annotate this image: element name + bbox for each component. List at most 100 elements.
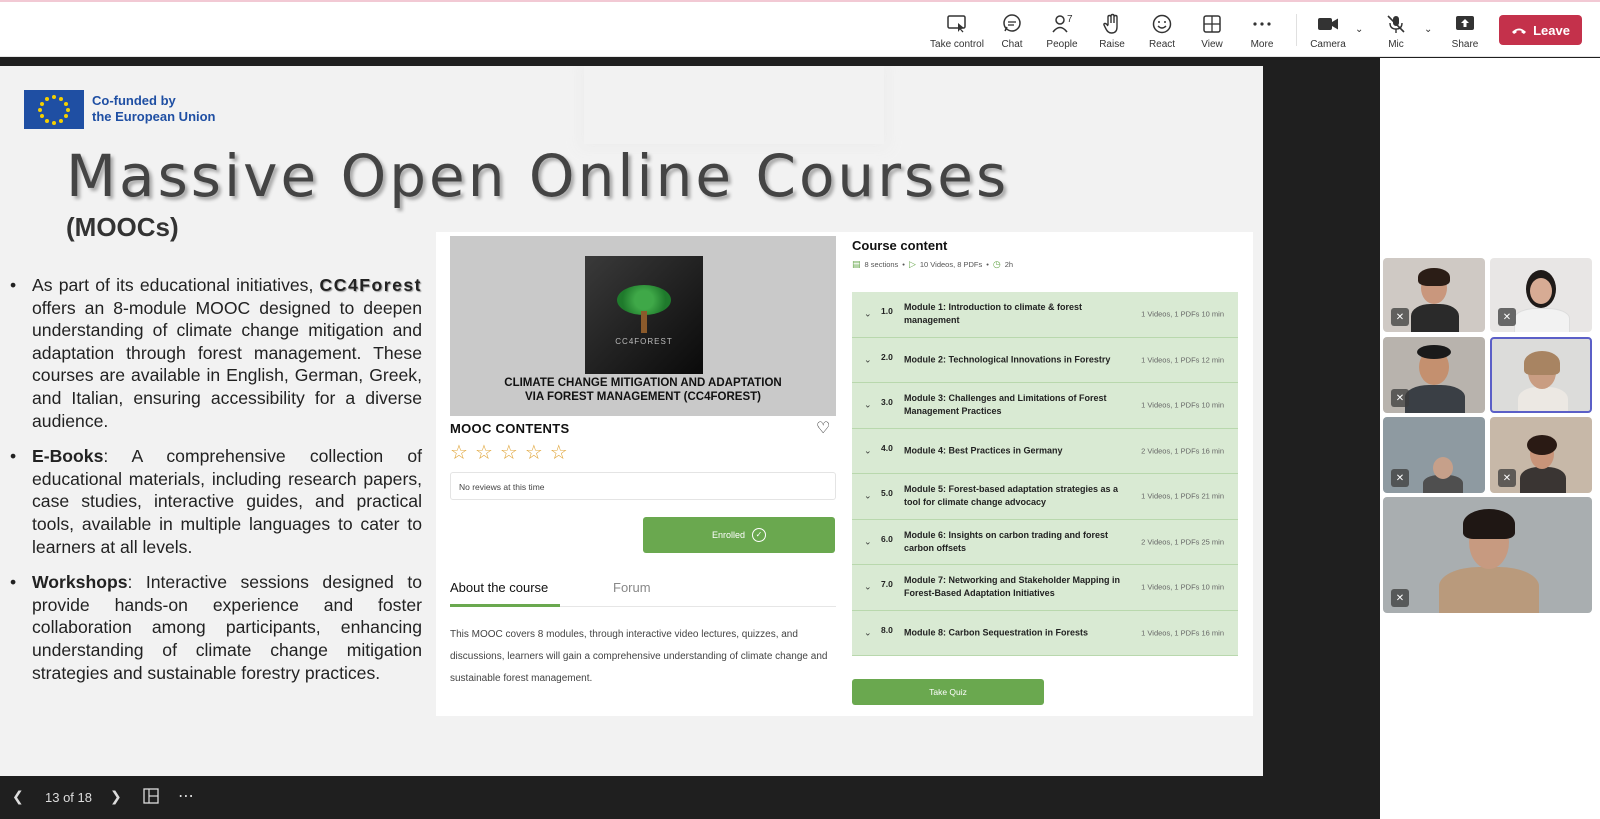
chevron-down-icon: ⌄ [864,354,872,365]
slide-grid-icon[interactable] [143,788,159,807]
meeting-window: Take control Chat 7 People Raise React V… [0,0,1600,819]
camera-options-chevron-icon[interactable]: ⌄ [1355,24,1363,35]
course-hero: CC4FOREST CLIMATE CHANGE MITIGATION AND … [450,236,836,416]
star-icon[interactable]: ☆ [450,440,468,465]
screen-glare [584,66,884,144]
people-button[interactable]: 7 People [1034,12,1090,50]
cover-brand: CC4FOREST [615,336,673,346]
mic-off-icon: ✕ [1498,469,1516,487]
tab-about-course[interactable]: About the course [450,580,548,595]
enrolled-label: Enrolled [711,530,746,540]
view-icon [1202,12,1222,36]
view-button[interactable]: View [1184,12,1240,50]
module-item[interactable]: ⌄ 8.0 Module 8: Carbon Sequestration in Fo… [852,611,1238,656]
module-item[interactable]: ⌄ 7.0 Module 7: Networking and Stakeholder… [852,565,1238,611]
leave-button[interactable]: Leave [1499,15,1582,45]
previous-slide-chevron-left-icon[interactable]: ❮ [12,788,24,805]
camera-icon [1317,12,1339,36]
course-hero-title: CLIMATE CHANGE MITIGATION AND ADAPTATION… [504,377,782,403]
play-icon: ▷ [908,259,916,269]
more-options-icon[interactable]: ⋯ [178,786,194,806]
react-icon [1152,12,1172,36]
participant-tile[interactable]: ✕ [1490,258,1592,332]
bullet-mooc: As part of its educational initiatives, … [10,274,422,432]
presentation-controls: ❮ 13 of 18 ❯ ⋯ [0,776,1380,819]
take-control-button[interactable]: Take control [929,12,985,50]
course-cover-image: CC4FOREST [585,256,703,374]
chat-icon [1002,12,1022,36]
participant-tile-active-speaker[interactable] [1490,337,1592,413]
raise-hand-button[interactable]: Raise [1084,12,1140,50]
toolbar-divider [1296,14,1297,46]
next-slide-chevron-right-icon[interactable]: ❯ [110,788,122,805]
share-icon [1455,12,1475,36]
mooc-contents-heading: MOOC CONTENTS [450,421,570,436]
view-label: View [1201,39,1223,50]
chevron-down-icon: ⌄ [864,490,872,501]
mic-button[interactable]: Mic [1368,12,1424,50]
take-control-icon [947,12,967,36]
module-item[interactable]: ⌄ 4.0 Module 4: Best Practices in Germany 2… [852,429,1238,474]
module-item[interactable]: ⌄ 2.0 Module 2: Technological Innovations … [852,338,1238,383]
presentation-slide: Co-funded by the European Union Massive … [0,66,1263,777]
chat-label: Chat [1001,39,1023,50]
mic-off-icon: ✕ [1391,389,1409,407]
chevron-down-icon: ⌄ [864,581,872,592]
course-page-screenshot: CC4FOREST CLIMATE CHANGE MITIGATION AND … [436,232,1253,716]
check-circle-icon: ✓ [752,528,767,542]
enrolled-button[interactable]: Enrolled ✓ [643,517,835,553]
more-button[interactable]: More [1234,12,1290,50]
take-quiz-button[interactable]: Take Quiz [852,679,1044,705]
reviews-box: No reviews at this time [450,472,836,500]
about-course-text: This MOOC covers 8 modules, through inte… [450,629,828,684]
chat-button[interactable]: Chat [984,12,1040,50]
bullet-list: As part of its educational initiatives, … [10,274,422,697]
favorite-heart-icon[interactable]: ♡ [816,418,830,438]
participant-tile[interactable]: ✕ [1490,417,1592,493]
camera-button[interactable]: Camera [1300,12,1356,50]
participant-tile[interactable]: ✕ [1383,417,1485,493]
module-item[interactable]: ⌄ 5.0 Module 5: Forest-based adaptation st… [852,474,1238,520]
slide-subtitle: (MOOCs) [66,212,179,242]
chevron-down-icon: ⌄ [864,445,872,456]
star-icon[interactable]: ☆ [525,440,543,465]
mic-options-chevron-icon[interactable]: ⌄ [1424,24,1432,35]
chevron-down-icon: ⌄ [864,627,872,638]
people-count: 7 [1067,14,1073,25]
course-content-heading: Course content [852,238,948,253]
chevron-down-icon: ⌄ [864,399,872,410]
bullet-workshops: Workshops: Interactive sessions designed… [10,571,422,684]
bullet-ebooks: E-Books: A comprehensive collection of e… [10,445,422,558]
panel-footer [1380,776,1600,819]
module-item[interactable]: ⌄ 3.0 Module 3: Challenges and Limitations… [852,383,1238,429]
more-label: More [1250,39,1274,50]
module-item[interactable]: ⌄ 1.0 Module 1: Introduction to climate & … [852,292,1238,338]
star-icon[interactable]: ☆ [500,440,518,465]
raise-label: Raise [1099,39,1125,50]
star-icon[interactable]: ☆ [475,440,493,465]
more-icon [1252,12,1272,36]
people-label: People [1046,39,1078,50]
participant-tile[interactable]: ✕ [1383,258,1485,332]
chevron-down-icon: ⌄ [864,536,872,547]
star-icon[interactable]: ☆ [550,440,568,465]
react-button[interactable]: React [1134,12,1190,50]
mic-label: Mic [1388,39,1404,50]
tab-forum[interactable]: Forum [613,580,651,595]
module-list: ⌄ 1.0 Module 1: Introduction to climate & … [852,292,1238,656]
share-button[interactable]: Share [1437,12,1493,50]
participant-tile[interactable]: ✕ [1383,337,1485,413]
chevron-down-icon: ⌄ [864,308,872,319]
module-item[interactable]: ⌄ 6.0 Module 6: Insights on carbon trading… [852,520,1238,565]
mic-off-icon: ✕ [1391,469,1409,487]
mic-off-icon: ✕ [1391,589,1409,607]
camera-label: Camera [1310,39,1346,50]
mic-off-icon: ✕ [1391,308,1409,326]
participant-panel: ✕ ✕ ✕ ✕ ✕ ✕ [1380,58,1600,776]
sections-icon: ▤ [852,259,861,269]
participant-tile-large[interactable]: ✕ [1383,497,1592,613]
tree-logo-icon [609,284,679,335]
slide-page-count: 13 of 18 [45,790,92,805]
rating-stars: ☆ ☆ ☆ ☆ ☆ [450,440,568,465]
leave-label: Leave [1533,22,1570,38]
